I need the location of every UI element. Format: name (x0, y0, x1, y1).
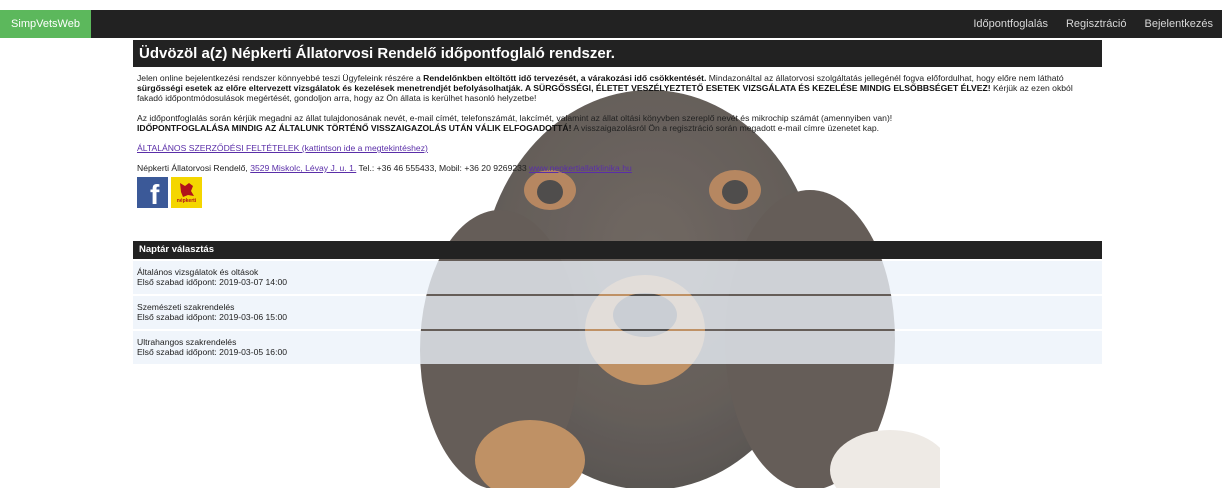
calendar-section-header: Naptár választás (133, 241, 1102, 259)
website-link[interactable]: www.nepkertiallatklinika.hu (529, 163, 632, 173)
facebook-glyph: f (150, 179, 160, 210)
intro-bold-1: Rendelőnkben eltöltött idő tervezését, a… (423, 73, 707, 83)
social-icons: f népkerti (133, 177, 1102, 210)
main-content: Üdvözöl a(z) Népkerti Állatorvosi Rendel… (133, 40, 1102, 210)
booking-info-bold: IDŐPONTFOGLALÁSA MINDIG AZ ÁLTALUNK TÖRT… (137, 123, 572, 133)
booking-info-text: Az időpontfoglalás során kérjük megadni … (137, 113, 893, 123)
brand-link[interactable]: SimpVetsWeb (0, 10, 91, 38)
clinic-name: Népkerti Állatorvosi Rendelő, (137, 163, 251, 173)
nepkerti-label: népkerti (176, 198, 197, 204)
calendar-item-ophthalmology[interactable]: Szemészeti szakrendelés Első szabad időp… (133, 296, 1102, 329)
facebook-icon[interactable]: f (137, 177, 168, 210)
intro-text: Jelen online bejelentkezési rendszer kön… (133, 67, 1102, 173)
page-title: Üdvözöl a(z) Népkerti Állatorvosi Rendel… (133, 40, 1102, 67)
nav-login-link[interactable]: Bejelentkezés (1136, 10, 1222, 38)
calendar-item-first-free: Első szabad időpont: 2019-03-05 16:00 (137, 347, 288, 357)
phone-numbers: Tel.: +36 46 555433, Mobil: +36 20 92692… (356, 163, 530, 173)
calendar-item-name: Ultrahangos szakrendelés (137, 337, 237, 347)
calendar-item-ultrasound[interactable]: Ultrahangos szakrendelés Első szabad idő… (133, 331, 1102, 364)
calendar-item-name: Általános vizsgálatok és oltások (137, 267, 259, 277)
calendar-list: Általános vizsgálatok és oltások Első sz… (133, 261, 1102, 366)
booking-info-text-2: A visszaigazolásról Ön a regisztráció so… (571, 123, 880, 133)
intro-text-2: Mindazonáltal az állatorvosi szolgáltatá… (706, 73, 1064, 83)
calendar-item-first-free: Első szabad időpont: 2019-03-06 15:00 (137, 312, 288, 322)
intro-bold-2: sürgősségi esetek az előre eltervezett v… (137, 83, 991, 93)
contact-line: Népkerti Állatorvosi Rendelő, 3529 Misko… (137, 163, 1098, 173)
calendar-item-general[interactable]: Általános vizsgálatok és oltások Első sz… (133, 261, 1102, 294)
top-navbar: SimpVetsWeb Időpontfoglalás Regisztráció… (0, 10, 1222, 38)
nepkerti-logo-icon[interactable]: népkerti (171, 177, 202, 208)
nav-links: Időpontfoglalás Regisztráció Bejelentkez… (964, 10, 1222, 38)
intro-paragraph-2: Az időpontfoglalás során kérjük megadni … (137, 113, 1098, 133)
nav-booking-link[interactable]: Időpontfoglalás (964, 10, 1057, 38)
intro-text-1: Jelen online bejelentkezési rendszer kön… (137, 73, 424, 83)
calendar-item-name: Szemészeti szakrendelés (137, 302, 235, 312)
terms-link[interactable]: ÁLTALÁNOS SZERZŐDÉSI FELTÉTELEK (kattint… (137, 143, 428, 153)
calendar-item-first-free: Első szabad időpont: 2019-03-07 14:00 (137, 277, 288, 287)
address-link[interactable]: 3529 Miskolc, Lévay J. u. 1. (250, 163, 356, 173)
nav-register-link[interactable]: Regisztráció (1057, 10, 1136, 38)
intro-paragraph-1: Jelen online bejelentkezési rendszer kön… (137, 73, 1098, 103)
terms-paragraph: ÁLTALÁNOS SZERZŐDÉSI FELTÉTELEK (kattint… (137, 143, 1098, 153)
